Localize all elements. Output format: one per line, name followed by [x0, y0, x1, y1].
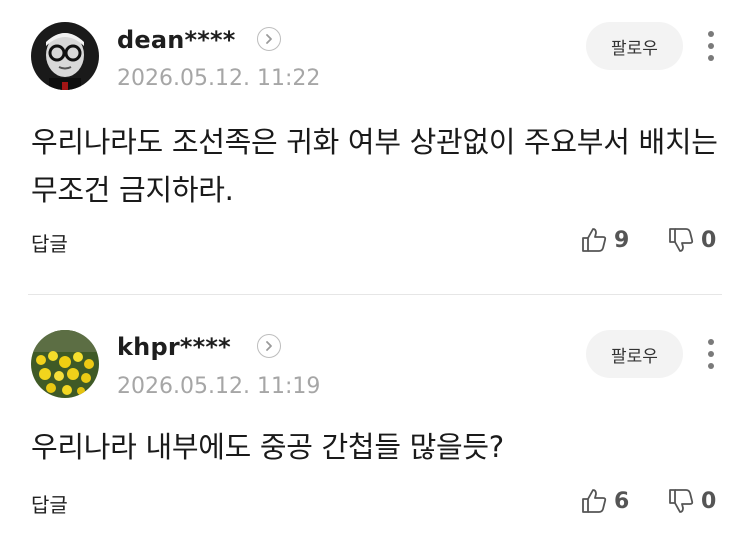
comment-item: dean**** 2026.05.12. 11:22 팔로우 우리나라도 조선족…	[0, 0, 750, 294]
portrait-avatar-icon	[31, 22, 99, 90]
comment-item: khpr**** 2026.05.12. 11:19 팔로우 우리나라 내부에도…	[0, 294, 750, 556]
reply-button[interactable]: 답글	[31, 228, 68, 257]
follow-button[interactable]: 팔로우	[586, 22, 683, 70]
comment-text: 우리나라 내부에도 중공 간첩들 많을듯?	[31, 430, 504, 464]
thumbs-down-icon	[669, 228, 694, 252]
thumbs-up-icon	[582, 228, 607, 252]
follow-button[interactable]: 팔로우	[586, 330, 683, 378]
avatar[interactable]	[31, 330, 99, 398]
comment-date: 2026.05.12. 11:19	[117, 374, 321, 399]
profile-chevron-icon[interactable]	[257, 334, 281, 358]
dislike-button[interactable]: 0	[667, 226, 716, 254]
thumbs-down-icon	[669, 489, 694, 513]
comment-text: 우리나라도 조선족은 귀화 여부 상관없이 주요부서 배치는 무조건 금지하라.	[31, 125, 718, 207]
more-options-icon[interactable]	[699, 336, 723, 372]
like-button[interactable]: 6	[580, 487, 629, 515]
avatar[interactable]	[31, 22, 99, 90]
dislike-count: 0	[701, 227, 717, 253]
reply-button[interactable]: 답글	[31, 489, 68, 518]
username[interactable]: dean****	[117, 26, 236, 54]
thumbs-up-icon	[582, 489, 607, 513]
flowers-avatar-icon	[31, 330, 99, 398]
like-count: 6	[614, 488, 630, 514]
comment-date: 2026.05.12. 11:22	[117, 66, 321, 91]
dislike-count: 0	[701, 488, 717, 514]
dislike-button[interactable]: 0	[667, 487, 716, 515]
username[interactable]: khpr****	[117, 333, 231, 361]
like-button[interactable]: 9	[580, 226, 629, 254]
more-options-icon[interactable]	[699, 28, 723, 64]
profile-chevron-icon[interactable]	[257, 27, 281, 51]
like-count: 9	[614, 227, 630, 253]
